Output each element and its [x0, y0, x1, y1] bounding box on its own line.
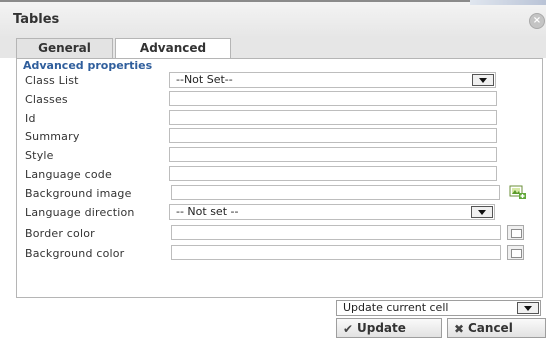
cancel-button[interactable]: ✖ Cancel — [447, 318, 546, 338]
chevron-down-icon[interactable] — [472, 74, 494, 86]
background-color-input[interactable] — [171, 245, 501, 260]
classes-input[interactable] — [169, 91, 497, 106]
image-browse-icon[interactable] — [509, 185, 527, 200]
border-color-label: Border color — [25, 227, 95, 240]
border-color-input[interactable] — [171, 225, 501, 240]
class-list-select[interactable]: --Not Set-- — [169, 72, 496, 88]
class-list-label: Class List — [25, 74, 79, 87]
summary-label: Summary — [25, 130, 80, 143]
background-image-input[interactable] — [171, 185, 500, 200]
color-picker-icon[interactable] — [507, 225, 524, 240]
language-code-label: Language code — [25, 168, 112, 181]
language-direction-select[interactable]: -- Not set -- — [169, 204, 495, 220]
background-color-label: Background color — [25, 247, 125, 260]
dialog-titlebar: Tables × — [0, 0, 546, 39]
update-scope-value: Update current cell — [343, 301, 449, 314]
checkmark-icon: ✔ — [343, 322, 354, 336]
tab-advanced[interactable]: Advanced — [115, 38, 231, 60]
class-list-value: --Not Set-- — [176, 73, 233, 86]
id-label: Id — [25, 112, 36, 125]
language-direction-label: Language direction — [25, 206, 135, 219]
top-border-line — [0, 0, 546, 2]
update-button[interactable]: ✔ Update — [336, 318, 442, 338]
update-scope-select[interactable]: Update current cell — [336, 300, 541, 316]
chevron-down-icon[interactable] — [517, 302, 539, 314]
dialog-title: Tables — [13, 12, 60, 27]
close-icon[interactable]: × — [529, 13, 545, 29]
id-input[interactable] — [169, 110, 497, 125]
language-code-input[interactable] — [169, 166, 497, 181]
summary-input[interactable] — [169, 128, 497, 143]
cancel-button-label: Cancel — [468, 321, 513, 335]
color-picker-icon[interactable] — [507, 245, 524, 260]
update-button-label: Update — [357, 321, 406, 335]
section-title: Advanced properties — [23, 59, 153, 72]
tab-bar: General Advanced — [0, 38, 546, 60]
classes-label: Classes — [25, 93, 68, 106]
chevron-down-icon[interactable] — [471, 206, 493, 218]
language-direction-value: -- Not set -- — [176, 205, 239, 218]
tab-general[interactable]: General — [16, 38, 113, 58]
background-image-label: Background image — [25, 187, 132, 200]
x-icon: ✖ — [454, 322, 465, 336]
style-label: Style — [25, 149, 54, 162]
style-input[interactable] — [169, 147, 497, 162]
background-window-fragment — [470, 0, 546, 5]
